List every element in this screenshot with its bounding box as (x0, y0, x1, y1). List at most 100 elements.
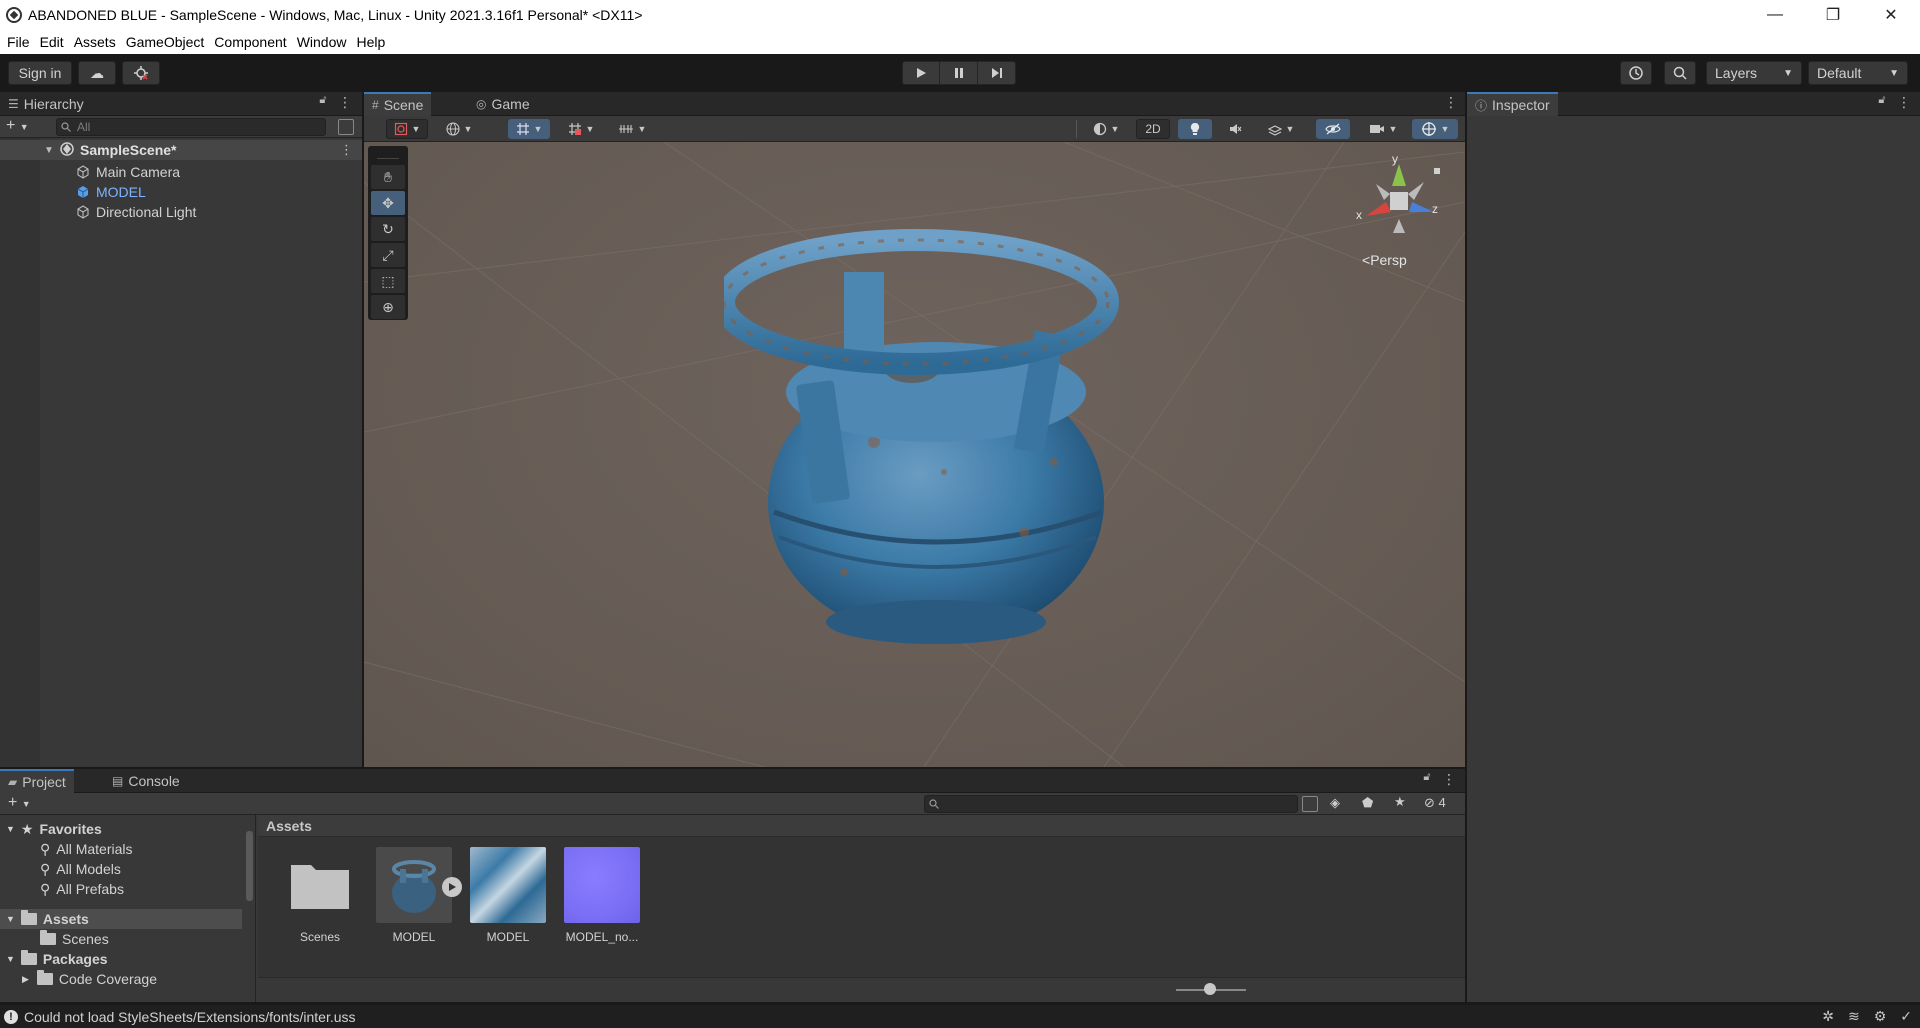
cloud-icon[interactable]: ☁ (78, 61, 116, 85)
toggle-2d-button[interactable]: 2D (1136, 119, 1170, 139)
tree-packages[interactable]: ▼ Packages (0, 949, 242, 969)
gizmos-toggle[interactable]: ▼ (1412, 119, 1458, 139)
collab-icon[interactable] (122, 61, 160, 85)
project-search-input[interactable] (924, 795, 1298, 813)
kebab-menu-icon[interactable]: ⋮ (340, 142, 353, 158)
tree-favorites[interactable]: ▼ ★ Favorites (0, 819, 242, 839)
prefab-expand-play-icon[interactable] (442, 877, 462, 897)
tab-hierarchy[interactable]: ☰ Hierarchy (0, 92, 92, 116)
hierarchy-search-input[interactable]: All (56, 118, 326, 136)
add-icon[interactable]: + ▼ (6, 117, 29, 135)
settings-gear-icon[interactable]: ⚙ (1874, 1008, 1887, 1025)
minimize-button[interactable]: — (1746, 0, 1804, 30)
asset-tile-model-texture[interactable]: MODEL (464, 847, 552, 944)
sign-in-button[interactable]: Sign in (8, 61, 72, 85)
kebab-menu-icon[interactable]: ⋮ (338, 94, 352, 114)
layout-dropdown[interactable]: Default ▼ (1808, 61, 1908, 85)
type-filter-icon[interactable]: ◈ (1330, 795, 1340, 811)
rotate-tool-icon[interactable]: ↻ (371, 217, 405, 241)
search-by-type-icon[interactable] (1302, 796, 1318, 812)
kebab-menu-icon[interactable]: ⋮ (1897, 94, 1911, 114)
layers-dropdown[interactable]: Layers ▼ (1706, 61, 1802, 85)
model-gas-cylinder[interactable] (724, 212, 1144, 652)
lock-icon[interactable]: 🔓︎ (1875, 94, 1889, 114)
asset-tile-scenes[interactable]: Scenes (276, 847, 364, 944)
menu-window[interactable]: Window (292, 34, 352, 50)
hidden-objects-icon[interactable] (1316, 119, 1350, 139)
shading-mode-icon[interactable]: ▼ (1084, 119, 1128, 139)
menu-component[interactable]: Component (209, 34, 291, 50)
lock-icon[interactable]: 🔓︎ (316, 94, 330, 114)
status-bar: ! Could not load StyleSheets/Extensions/… (0, 1005, 1920, 1028)
snap-increment-icon[interactable]: ▼ (560, 119, 602, 139)
lighting-toggle[interactable] (1178, 119, 1212, 139)
grid-snap-toggle[interactable]: ▼ (508, 119, 550, 139)
hierarchy-item-directional-light[interactable]: Directional Light (76, 202, 196, 222)
status-message[interactable]: Could not load StyleSheets/Extensions/fo… (24, 1009, 356, 1025)
chevron-down-icon: ▼ (1783, 67, 1793, 79)
effects-icon[interactable]: ▼ (1260, 119, 1302, 139)
add-icon[interactable]: + ▼ (8, 794, 31, 812)
hand-tool-icon[interactable]: ✋︎ (371, 165, 405, 189)
foldout-arrow-icon[interactable]: ▼ (6, 824, 15, 834)
favorite-star-icon[interactable]: ★ (1394, 794, 1406, 810)
menu-gameobject[interactable]: GameObject (121, 34, 210, 50)
projection-toggle[interactable]: <Persp (1362, 252, 1407, 268)
search-icon[interactable] (1664, 61, 1696, 85)
tree-scrollbar[interactable] (244, 819, 254, 999)
tab-console[interactable]: ▤ Console (104, 769, 188, 793)
foldout-arrow-icon[interactable]: ▼ (44, 145, 54, 156)
tab-scene[interactable]: # Scene (364, 92, 432, 116)
menu-edit[interactable]: Edit (35, 34, 69, 50)
close-button[interactable]: ✕ (1862, 0, 1920, 30)
tab-project[interactable]: ▰ Project (0, 769, 74, 793)
history-icon[interactable] (1620, 61, 1652, 85)
slider-handle[interactable] (1204, 983, 1216, 995)
move-tool-icon[interactable]: ✥ (371, 191, 405, 215)
tab-inspector[interactable]: ⓘ Inspector (1467, 92, 1558, 116)
draw-mode-dropdown[interactable]: ▼ (386, 119, 428, 139)
tree-item-scenes[interactable]: Scenes (0, 929, 242, 949)
transform-tool-icon[interactable]: ⊕ (371, 295, 405, 319)
foldout-arrow-icon[interactable]: ▶ (22, 974, 29, 985)
scale-tool-icon[interactable]: ⤢ (371, 243, 405, 267)
filter-scene-icon[interactable] (338, 119, 354, 135)
audio-mute-icon[interactable] (1220, 119, 1250, 139)
tree-item-all-materials[interactable]: ⚲ All Materials (0, 839, 242, 859)
drag-handle[interactable] (377, 149, 399, 159)
tree-item-all-prefabs[interactable]: ⚲ All Prefabs (0, 879, 242, 899)
hierarchy-item-main-camera[interactable]: Main Camera (76, 162, 180, 182)
tree-item-code-coverage[interactable]: ▶ Code Coverage (0, 969, 242, 989)
debug-bug-icon[interactable]: ✲ (1822, 1008, 1834, 1025)
menu-assets[interactable]: Assets (69, 34, 121, 50)
asset-tile-model-prefab[interactable]: MODEL (370, 847, 462, 944)
increment-snap-icon[interactable]: ▼ (610, 119, 654, 139)
tab-game[interactable]: ◎ Game (468, 92, 538, 116)
orientation-gizmo[interactable] (1354, 154, 1444, 244)
foldout-arrow-icon[interactable]: ▼ (6, 914, 15, 924)
asset-tile-model-normal[interactable]: MODEL_no... (558, 847, 646, 944)
pause-button[interactable] (940, 61, 978, 85)
rect-tool-icon[interactable]: ⬚ (371, 269, 405, 293)
tree-assets[interactable]: ▼ Assets (0, 909, 242, 929)
scene-camera-icon[interactable]: ▼ (1362, 119, 1404, 139)
restore-button[interactable]: ❐ (1804, 0, 1862, 30)
tree-item-all-models[interactable]: ⚲ All Models (0, 859, 242, 879)
foldout-arrow-icon[interactable]: ▼ (6, 954, 15, 964)
menu-help[interactable]: Help (351, 34, 390, 50)
scene-row[interactable]: ▼ SampleScene* ⋮ (0, 140, 362, 160)
step-button[interactable] (978, 61, 1016, 85)
menu-file[interactable]: File (2, 34, 35, 50)
label-filter-icon[interactable]: ⬟ (1362, 795, 1373, 811)
scene-viewport[interactable]: ✋︎ ✥ ↻ ⤢ ⬚ ⊕ y x z <Persp (364, 142, 1465, 767)
layers-stack-icon[interactable]: ≋ (1848, 1008, 1860, 1025)
global-icon[interactable]: ▼ (438, 119, 480, 139)
kebab-menu-icon[interactable]: ⋮ (1444, 94, 1458, 114)
kebab-menu-icon[interactable]: ⋮ (1442, 771, 1456, 791)
check-circle-icon[interactable]: ✓ (1900, 1008, 1912, 1025)
prefab-cube-icon (76, 185, 90, 199)
lock-icon[interactable]: 🔓︎ (1420, 771, 1434, 791)
hierarchy-item-model[interactable]: MODEL (76, 182, 146, 202)
hidden-packages-toggle[interactable]: ⊘ 4 (1424, 795, 1446, 811)
play-button[interactable] (902, 61, 940, 85)
